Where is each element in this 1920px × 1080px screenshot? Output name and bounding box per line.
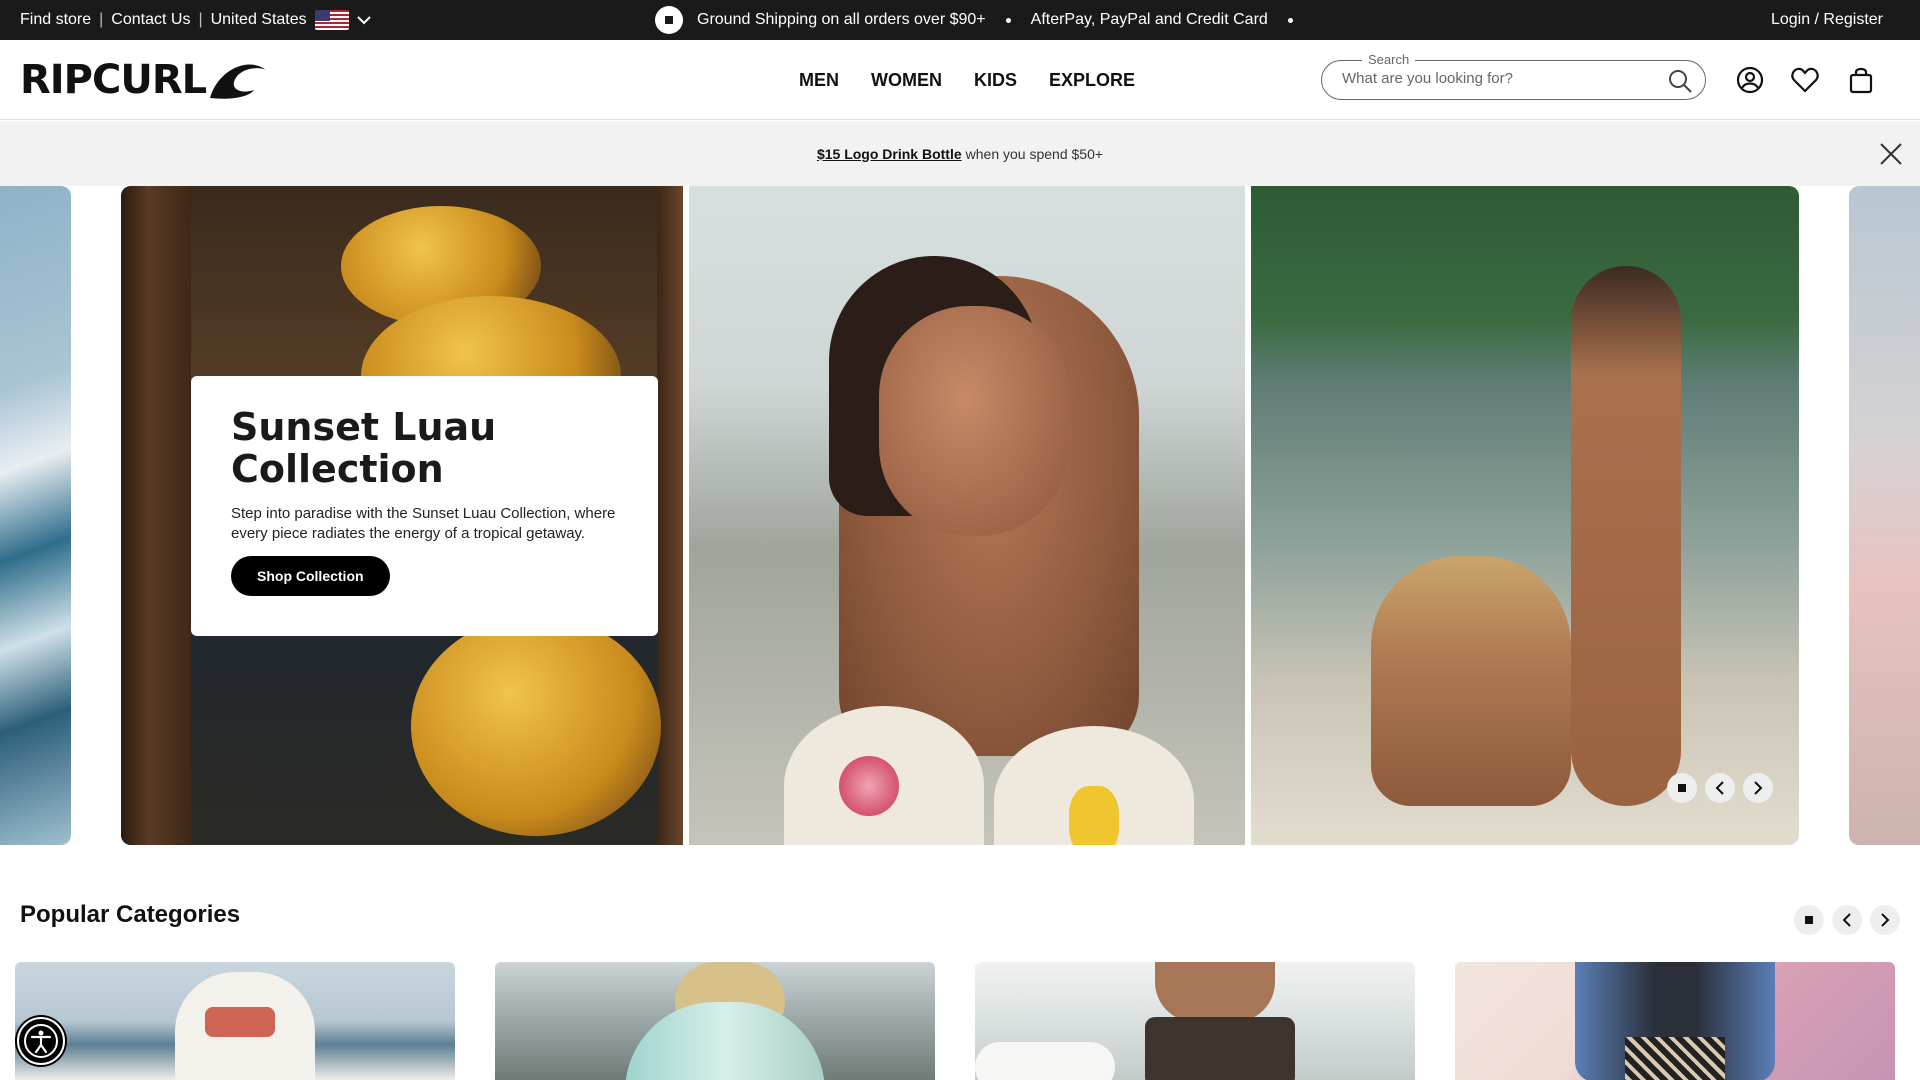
category-image-print xyxy=(205,1007,275,1037)
wood-post xyxy=(657,186,683,845)
close-icon[interactable] xyxy=(1878,141,1904,167)
category-card[interactable] xyxy=(975,962,1415,1080)
us-flag-icon xyxy=(314,10,349,30)
wave-logo-icon xyxy=(210,64,267,99)
search-box: Search xyxy=(1321,52,1706,100)
promo-banner: $15 Logo Drink Bottle when you spend $50… xyxy=(0,121,1920,186)
nav-explore[interactable]: EXPLORE xyxy=(1049,70,1135,91)
category-image-jacket xyxy=(625,1002,825,1080)
carousel-prev-button[interactable] xyxy=(1705,773,1735,803)
category-card[interactable] xyxy=(495,962,935,1080)
hero-image-beach-models xyxy=(1251,186,1799,845)
category-image-torso xyxy=(1155,962,1275,1022)
pause-icon xyxy=(665,16,673,24)
promo-text: when you spend $50+ xyxy=(965,145,1104,162)
login-register-link[interactable]: Login / Register xyxy=(1771,11,1883,29)
category-image-surfboard xyxy=(975,1042,1115,1080)
wishlist-heart-icon[interactable] xyxy=(1790,65,1820,95)
country-label: United States xyxy=(210,11,307,28)
announcement-ticker: Ground Shipping on all orders over $90+ … xyxy=(655,0,1299,40)
flower-motif xyxy=(839,756,899,816)
promo-link[interactable]: $15 Logo Drink Bottle xyxy=(817,146,962,162)
country-selector[interactable]: United States xyxy=(211,10,371,30)
popular-categories-title: Popular Categories xyxy=(20,901,241,928)
pineapple-motif xyxy=(1069,786,1119,845)
wood-post xyxy=(121,186,191,845)
ticker-dot xyxy=(1287,17,1293,23)
separator: | xyxy=(99,11,104,28)
ripcurl-logo[interactable]: RIPCURL xyxy=(20,58,270,102)
hero-image-model-portrait xyxy=(689,186,1245,845)
nav-women[interactable]: WOMEN xyxy=(871,70,942,91)
ticker-message: Ground Shipping on all orders over $90+ xyxy=(697,11,986,28)
hero-title-line: Sunset Luau xyxy=(231,405,497,449)
categories-next-button[interactable] xyxy=(1870,905,1900,935)
chevron-down-icon xyxy=(356,13,371,27)
category-image-pants xyxy=(1625,1037,1725,1080)
category-image-boardshorts xyxy=(1145,1017,1295,1080)
category-card[interactable] xyxy=(15,962,455,1080)
standing-model xyxy=(1571,266,1681,806)
logo-wordmark: RIPCURL xyxy=(20,57,207,103)
topbar-right: Login / Register xyxy=(1771,0,1883,40)
hero-description: Step into paradise with the Sunset Luau … xyxy=(231,505,616,542)
ticker-message: AfterPay, PayPal and Credit Card xyxy=(1030,11,1268,28)
accessibility-icon[interactable] xyxy=(17,1017,65,1065)
chevron-right-icon xyxy=(1881,913,1890,927)
account-icon[interactable] xyxy=(1735,65,1765,95)
topbar-left: Find store | Contact Us | United States xyxy=(20,0,371,40)
nav-kids[interactable]: KIDS xyxy=(974,70,1017,91)
contact-us-link[interactable]: Contact Us xyxy=(111,11,190,29)
shop-collection-button[interactable]: Shop Collection xyxy=(231,556,390,596)
banana-bunch xyxy=(411,616,661,836)
separator: | xyxy=(198,11,203,28)
ticker-dot xyxy=(1005,17,1011,23)
top-utility-bar: Find store | Contact Us | United States … xyxy=(0,0,1920,40)
pause-icon xyxy=(1678,784,1686,792)
category-card[interactable] xyxy=(1455,962,1895,1080)
find-store-link[interactable]: Find store xyxy=(20,11,91,29)
main-nav: MEN WOMEN KIDS EXPLORE xyxy=(799,40,1135,120)
nav-men[interactable]: MEN xyxy=(799,70,839,91)
carousel-next-button[interactable] xyxy=(1743,773,1773,803)
pause-icon xyxy=(1805,916,1813,924)
ticker-pause-button[interactable] xyxy=(655,6,683,34)
hero-title: Sunset Luau Collection xyxy=(231,406,618,490)
carousel-next-slide-peek[interactable] xyxy=(1849,186,1920,845)
carousel-pause-button[interactable] xyxy=(1667,773,1697,803)
chevron-right-icon xyxy=(1754,781,1763,795)
search-icon[interactable] xyxy=(1667,68,1693,94)
chevron-left-icon xyxy=(1842,913,1851,927)
crouching-model xyxy=(1371,556,1571,806)
search-input[interactable] xyxy=(1342,70,1652,87)
model-face xyxy=(879,306,1069,536)
categories-prev-button[interactable] xyxy=(1832,905,1862,935)
bag-icon[interactable] xyxy=(1846,65,1876,95)
hero-content-card: Sunset Luau Collection Step into paradis… xyxy=(191,376,658,636)
hero-title-line: Collection xyxy=(231,447,444,491)
chevron-left-icon xyxy=(1715,781,1724,795)
carousel-prev-slide-peek[interactable] xyxy=(0,186,71,845)
categories-pause-button[interactable] xyxy=(1794,905,1824,935)
site-header: RIPCURL MEN WOMEN KIDS EXPLORE Search xyxy=(0,40,1920,120)
search-legend: Search xyxy=(1362,52,1416,67)
